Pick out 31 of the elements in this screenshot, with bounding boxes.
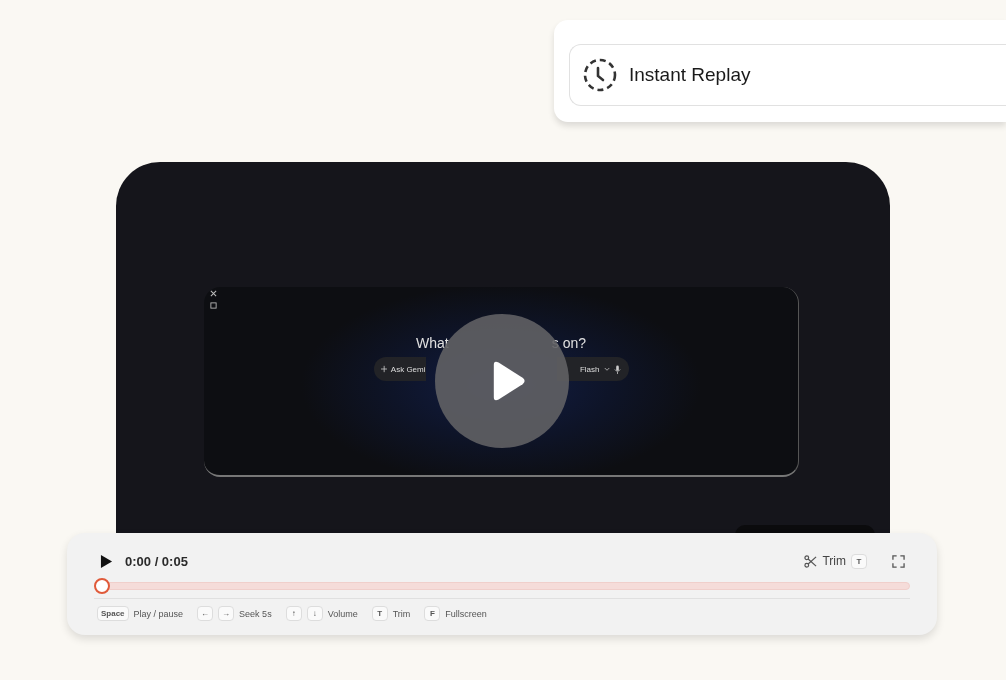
fullscreen-button[interactable] — [892, 554, 905, 568]
time-display: 0:00 / 0:05 — [125, 553, 188, 569]
key-hint: T — [851, 553, 867, 569]
prompt-field[interactable]: Ask Gemi — [373, 357, 426, 381]
progress-slider[interactable] — [94, 578, 910, 594]
scissors-icon — [804, 554, 818, 568]
play-icon — [100, 553, 113, 569]
shortcut-label: Play / pause — [133, 608, 184, 619]
key-hint: Space — [97, 606, 129, 621]
panel-icon — [210, 302, 217, 309]
key-hint: F — [424, 606, 441, 621]
dashed-clock-icon — [583, 58, 617, 92]
shortcut-label: Fullscreen — [445, 608, 487, 619]
shortcut-label: Seek 5s — [239, 608, 272, 619]
screen-heading: What — [416, 335, 449, 351]
model-selector[interactable]: Flash — [579, 364, 600, 374]
trim-button[interactable]: Trim — [804, 554, 846, 568]
key-hint: ↑ — [285, 606, 302, 621]
plus-icon — [380, 365, 387, 373]
close-icon — [210, 290, 217, 297]
key-hint: ↓ — [306, 606, 323, 621]
key-hint: T — [371, 606, 388, 621]
chevron-down-icon — [603, 366, 610, 372]
key-hint: → — [218, 606, 235, 621]
screen-heading: s on? — [551, 335, 586, 351]
mic-icon — [613, 364, 621, 374]
prompt-placeholder: Ask Gemi — [390, 364, 426, 374]
shortcut-label: Trim — [392, 608, 411, 619]
title-text: Instant Replay — [629, 64, 751, 86]
shortcut-label: Volume — [327, 608, 358, 619]
key-hint: ← — [197, 606, 214, 621]
